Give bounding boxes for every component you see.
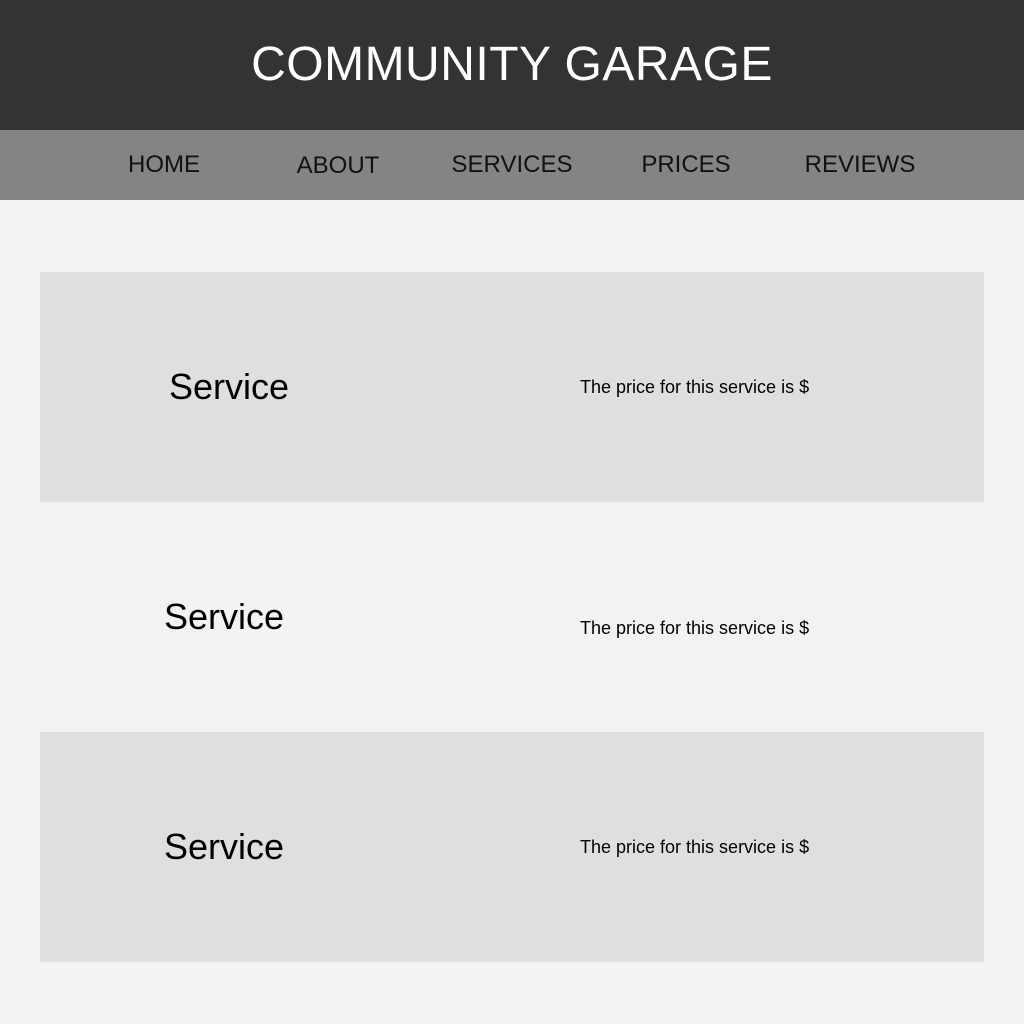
nav-item-services[interactable]: SERVICES	[425, 130, 599, 200]
service-row: Service The price for this service is $	[40, 272, 984, 502]
service-row: Service The price for this service is $	[40, 732, 984, 962]
service-row: Service The price for this service is $	[40, 502, 984, 732]
nav-item-prices[interactable]: PRICES	[599, 130, 773, 200]
nav-item-about[interactable]: ABOUT	[251, 131, 425, 201]
nav-item-home[interactable]: HOME	[77, 130, 251, 200]
main-nav: HOME ABOUT SERVICES PRICES REVIEWS	[0, 130, 1024, 200]
page: COMMUNITY GARAGE HOME ABOUT SERVICES PRI…	[0, 0, 1024, 1024]
site-title: COMMUNITY GARAGE	[251, 38, 773, 91]
service-name: Service	[169, 366, 290, 407]
service-price: The price for this service is $	[580, 837, 810, 857]
service-price: The price for this service is $	[580, 618, 810, 638]
nav-item-reviews[interactable]: REVIEWS	[773, 130, 947, 200]
service-name: Service	[164, 826, 285, 867]
site-header: COMMUNITY GARAGE	[0, 0, 1024, 130]
service-price: The price for this service is $	[580, 377, 810, 397]
service-name: Service	[164, 596, 285, 637]
